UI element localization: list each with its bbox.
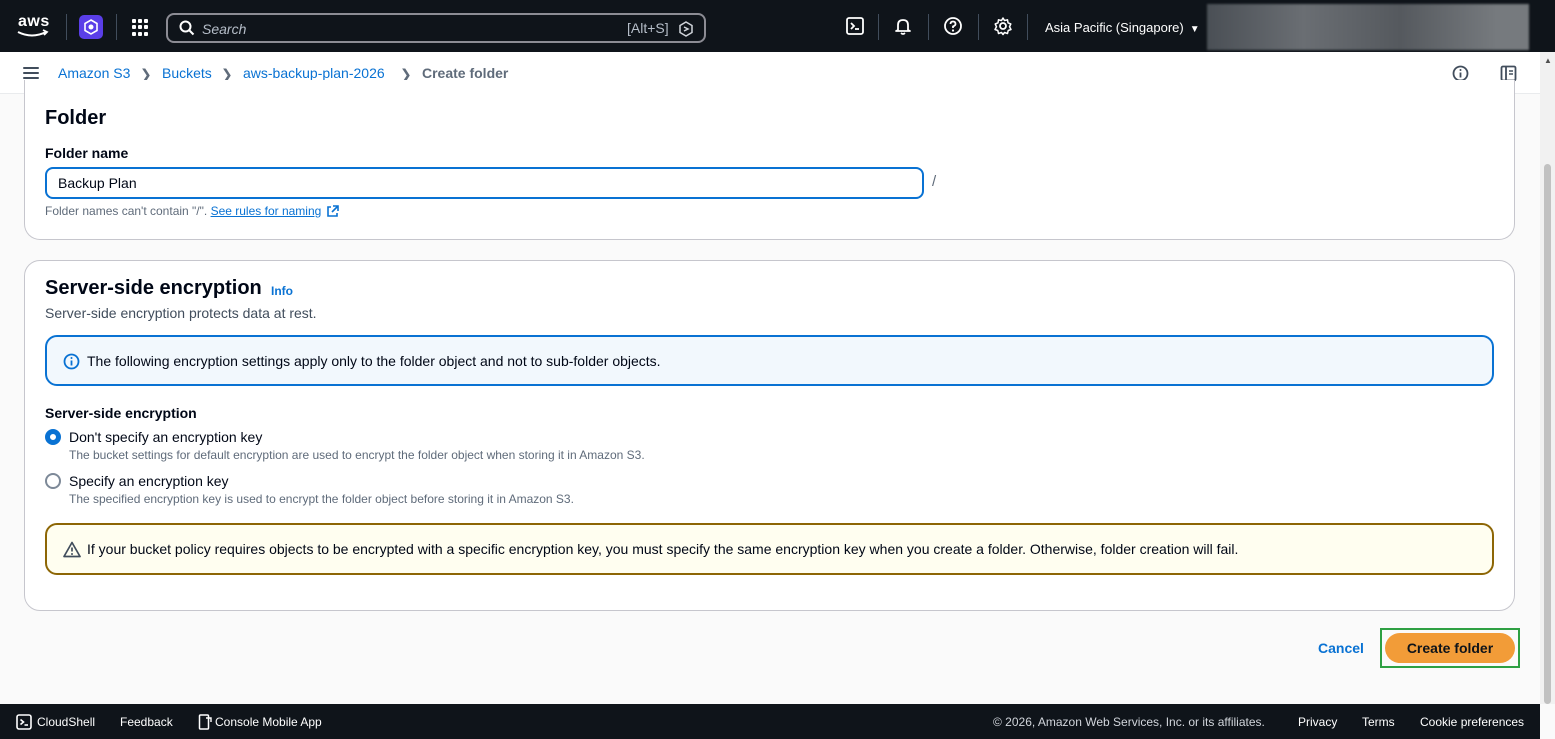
footer-cookie-preferences[interactable]: Cookie preferences bbox=[1420, 715, 1524, 729]
radio-no-encryption-key-desc: The bucket settings for default encrypti… bbox=[69, 448, 645, 462]
info-alert: The following encryption settings apply … bbox=[45, 335, 1494, 386]
nav-divider bbox=[978, 14, 979, 40]
search-box[interactable]: [Alt+S] bbox=[166, 13, 706, 43]
radio-specify-encryption-key[interactable] bbox=[45, 473, 61, 489]
warning-alert-text: If your bucket policy requires objects t… bbox=[87, 541, 1239, 557]
warning-alert: If your bucket policy requires objects t… bbox=[45, 523, 1494, 575]
nav-divider bbox=[928, 14, 929, 40]
folder-heading: Folder bbox=[45, 107, 107, 129]
scrollbar-thumb[interactable] bbox=[1544, 164, 1551, 704]
s3-service-icon[interactable] bbox=[79, 15, 103, 39]
cloudshell-icon[interactable] bbox=[16, 714, 32, 730]
page-scrollbar[interactable]: ▲ bbox=[1540, 52, 1555, 704]
region-selector[interactable]: Asia Pacific (Singapore) ▼ bbox=[1045, 20, 1200, 35]
folder-name-hint: Folder names can't contain "/". See rule… bbox=[45, 204, 339, 218]
radio-no-encryption-key[interactable] bbox=[45, 429, 61, 445]
footer-cloudshell[interactable]: CloudShell bbox=[37, 715, 95, 729]
breadcrumb-amazon-s3[interactable]: Amazon S3 bbox=[58, 65, 130, 81]
aws-smile-icon bbox=[17, 29, 49, 37]
encryption-info-link[interactable]: Info bbox=[271, 284, 293, 298]
search-shortcut: [Alt+S] bbox=[627, 20, 669, 36]
radio-specify-encryption-key-label[interactable]: Specify an encryption key bbox=[69, 473, 229, 489]
caret-down-icon: ▼ bbox=[1189, 24, 1200, 35]
cloudshell-icon[interactable] bbox=[845, 16, 865, 36]
breadcrumb-current: Create folder bbox=[422, 65, 509, 81]
bell-icon[interactable] bbox=[893, 16, 913, 36]
radio-specify-encryption-key-desc: The specified encryption key is used to … bbox=[69, 492, 574, 506]
folder-name-input[interactable] bbox=[45, 167, 924, 199]
naming-rules-link[interactable]: See rules for naming bbox=[211, 204, 322, 218]
footer-copyright: © 2026, Amazon Web Services, Inc. or its… bbox=[993, 715, 1265, 729]
hexagon-icon bbox=[679, 21, 693, 37]
footer-terms[interactable]: Terms bbox=[1362, 715, 1395, 729]
folder-name-hint-text: Folder names can't contain "/". bbox=[45, 204, 208, 218]
help-icon[interactable] bbox=[943, 16, 963, 36]
menu-icon[interactable] bbox=[23, 67, 39, 79]
account-menu-redacted[interactable] bbox=[1207, 4, 1529, 50]
nav-divider bbox=[1027, 14, 1028, 40]
cancel-button[interactable]: Cancel bbox=[1318, 640, 1364, 656]
external-link-icon bbox=[326, 205, 339, 217]
radio-no-encryption-key-label[interactable]: Don't specify an encryption key bbox=[69, 429, 262, 445]
info-icon bbox=[63, 353, 80, 370]
nav-divider bbox=[66, 14, 67, 40]
search-icon bbox=[179, 20, 195, 36]
folder-slash: / bbox=[932, 173, 937, 190]
footer-mobile-app[interactable]: Console Mobile App bbox=[215, 715, 322, 729]
info-alert-text: The following encryption settings apply … bbox=[87, 353, 661, 369]
nav-divider bbox=[878, 14, 879, 40]
footer: CloudShell Feedback Console Mobile App ©… bbox=[0, 704, 1540, 739]
search-input[interactable] bbox=[202, 19, 602, 39]
mobile-app-icon bbox=[198, 714, 212, 730]
breadcrumb-bucket[interactable]: aws-backup-plan-2026 bbox=[243, 65, 385, 81]
top-navigation: aws [Alt+S] Asia Pacific (Singapore) ▼ bbox=[0, 0, 1555, 52]
encryption-group-label: Server-side encryption bbox=[45, 405, 197, 421]
gear-icon[interactable] bbox=[993, 16, 1013, 36]
footer-privacy[interactable]: Privacy bbox=[1298, 715, 1337, 729]
warning-icon bbox=[63, 541, 81, 558]
nav-divider bbox=[116, 14, 117, 40]
aws-logo[interactable]: aws bbox=[16, 13, 50, 41]
create-folder-highlight: Create folder bbox=[1380, 628, 1520, 668]
services-grid-icon[interactable] bbox=[132, 19, 149, 36]
region-label: Asia Pacific (Singapore) bbox=[1045, 20, 1184, 35]
scroll-up-icon[interactable]: ▲ bbox=[1544, 56, 1552, 65]
breadcrumb-buckets[interactable]: Buckets bbox=[162, 65, 212, 81]
footer-feedback[interactable]: Feedback bbox=[120, 715, 173, 729]
encryption-heading: Server-side encryption bbox=[45, 277, 262, 299]
create-folder-button[interactable]: Create folder bbox=[1385, 633, 1515, 663]
folder-name-label: Folder name bbox=[45, 145, 129, 161]
encryption-description: Server-side encryption protects data at … bbox=[45, 305, 317, 321]
